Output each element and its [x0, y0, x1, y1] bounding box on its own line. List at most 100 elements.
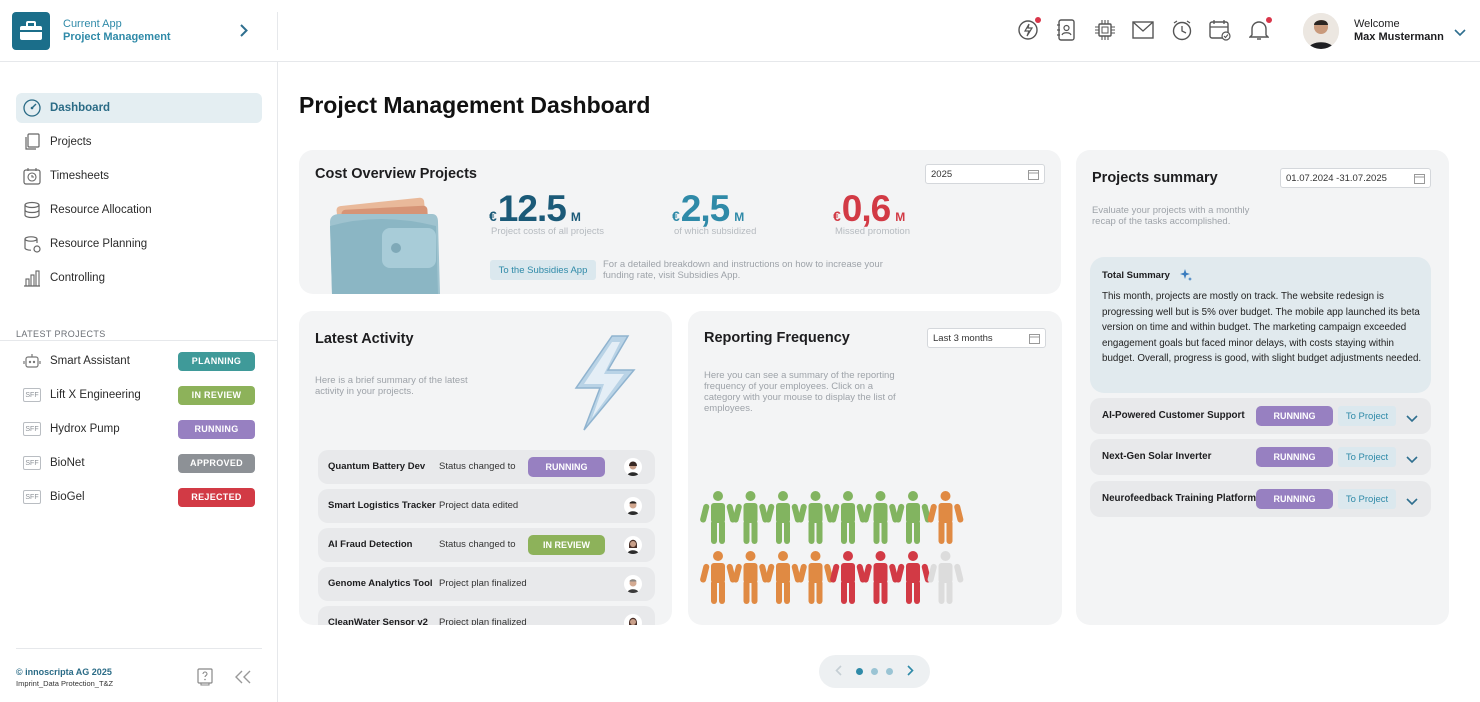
to-project-button[interactable]: To Project	[1338, 447, 1396, 467]
robot-icon	[22, 351, 42, 371]
total-summary-title: Total Summary	[1102, 270, 1170, 281]
current-app-name[interactable]: Project Management	[63, 31, 171, 43]
status-badge: REJECTED	[178, 487, 255, 507]
mail-icon[interactable]	[1131, 18, 1155, 42]
sidebar-project-smart-assistant[interactable]: Smart Assistant PLANNING	[16, 349, 262, 373]
latest-projects-heading: LATEST PROJECTS	[16, 329, 106, 339]
sidebar-project-hydrox-pump[interactable]: SFF Hydrox Pump RUNNING	[16, 417, 262, 441]
avatar[interactable]	[1303, 13, 1339, 49]
summary-project-row[interactable]: Neurofeedback Training Platform RUNNING …	[1090, 481, 1431, 517]
date-range-picker[interactable]: 01.07.2024 -31.07.2025	[1280, 168, 1431, 188]
project-name: Lift X Engineering	[50, 389, 141, 401]
status-badge: APPROVED	[178, 453, 255, 473]
chip-icon[interactable]	[1093, 18, 1117, 42]
activity-row[interactable]: Genome Analytics Tool Project plan finali…	[318, 567, 655, 601]
person-figure-orange[interactable]	[700, 551, 737, 604]
pager-dot[interactable]	[871, 668, 878, 675]
to-project-button[interactable]: To Project	[1338, 489, 1396, 509]
current-app-label: Current App	[63, 18, 122, 30]
database-settings-icon	[22, 234, 42, 254]
copyright: © innoscripta AG 2025	[16, 667, 112, 677]
carousel-pager	[819, 655, 930, 688]
pager-dot[interactable]	[856, 668, 863, 675]
copy-icon	[22, 132, 42, 152]
date-range-value: 01.07.2024 -31.07.2025	[1286, 172, 1387, 184]
divider	[16, 648, 262, 649]
sidebar-item-label: Controlling	[50, 272, 105, 284]
sidebar-item-timesheets[interactable]: Timesheets	[16, 161, 262, 191]
chevron-down-icon[interactable]	[1406, 451, 1418, 469]
sff-icon: SFF	[22, 487, 42, 507]
sidebar-project-biogel[interactable]: SFF BioGel REJECTED	[16, 485, 262, 509]
sidebar-item-dashboard[interactable]: Dashboard	[16, 93, 262, 123]
person-figure-green[interactable]	[829, 491, 866, 544]
project-name: BioNet	[50, 457, 85, 469]
avatar	[624, 614, 642, 625]
calendar-icon	[1029, 333, 1040, 347]
user-name[interactable]: Max Mustermann	[1354, 31, 1444, 43]
sidebar-item-label: Projects	[50, 136, 92, 148]
person-figure-red[interactable]	[829, 551, 866, 604]
range-picker[interactable]: Last 3 months	[927, 328, 1046, 348]
legal-links[interactable]: Imprint_Data Protection_T&Z	[16, 679, 113, 688]
year-value: 2025	[931, 168, 953, 180]
quick-action-icon[interactable]	[1016, 17, 1041, 42]
sidebar-item-label: Resource Planning	[50, 238, 148, 250]
calendar-icon	[1028, 169, 1039, 183]
sidebar-item-controlling[interactable]: Controlling	[16, 263, 262, 293]
time-icon[interactable]	[1170, 18, 1194, 42]
chevron-down-icon[interactable]	[1406, 410, 1418, 428]
activity-row[interactable]: Quantum Battery Dev Status changed to RUN…	[318, 450, 655, 484]
person-figure-green[interactable]	[894, 491, 931, 544]
sff-icon: SFF	[22, 385, 42, 405]
person-figure-orange[interactable]	[927, 491, 964, 544]
person-figure-green[interactable]	[700, 491, 737, 544]
calendar-check-icon[interactable]	[1208, 18, 1232, 42]
sidebar-item-resource-allocation[interactable]: Resource Allocation	[16, 195, 262, 225]
sidebar-item-projects[interactable]: Projects	[16, 127, 262, 157]
sidebar-project-lift-x[interactable]: SFF Lift X Engineering IN REVIEW	[16, 383, 262, 407]
person-figure-orange[interactable]	[764, 551, 801, 604]
contacts-icon[interactable]	[1054, 18, 1078, 42]
status-badge: RUNNING	[528, 457, 605, 477]
metric-missed-promotion: €0,6 M	[833, 188, 906, 229]
bell-icon[interactable]	[1247, 17, 1272, 42]
chevron-left-icon[interactable]	[835, 663, 842, 681]
briefcase-icon[interactable]	[12, 12, 50, 50]
person-figure-gray[interactable]	[927, 551, 964, 604]
chevron-down-icon[interactable]	[1454, 24, 1466, 42]
activity-row[interactable]: Smart Logistics Tracker Project data edit…	[318, 489, 655, 523]
status-badge: IN REVIEW	[528, 535, 605, 555]
chevron-right-icon[interactable]	[236, 20, 252, 40]
person-figure-orange[interactable]	[732, 551, 769, 604]
sidebar-project-bionet[interactable]: SFF BioNet APPROVED	[16, 451, 262, 475]
chevron-right-icon[interactable]	[907, 663, 914, 681]
activity-list-viewport: Quantum Battery Dev Status changed to RUN…	[299, 311, 672, 625]
summary-project-row[interactable]: AI-Powered Customer Support RUNNING To P…	[1090, 398, 1431, 434]
person-figure-green[interactable]	[797, 491, 834, 544]
database-icon	[22, 200, 42, 220]
help-icon[interactable]	[195, 667, 215, 687]
card-title: Cost Overview Projects	[315, 166, 477, 182]
activity-row[interactable]: AI Fraud Detection Status changed to IN R…	[318, 528, 655, 562]
person-figure-orange[interactable]	[797, 551, 834, 604]
sidebar-item-resource-planning[interactable]: Resource Planning	[16, 229, 262, 259]
to-project-button[interactable]: To Project	[1338, 406, 1396, 426]
person-figure-green[interactable]	[764, 491, 801, 544]
total-summary-box: Total Summary This month, projects are m…	[1090, 257, 1431, 393]
sff-icon: SFF	[22, 453, 42, 473]
divider	[0, 340, 278, 341]
person-figure-red[interactable]	[894, 551, 931, 604]
collapse-sidebar-icon[interactable]	[233, 667, 253, 687]
activity-row[interactable]: CleanWater Sensor v2 Project plan finaliz…	[318, 606, 655, 625]
summary-project-row[interactable]: Next-Gen Solar Inverter RUNNING To Proje…	[1090, 439, 1431, 475]
year-picker[interactable]: 2025	[925, 164, 1045, 184]
pager-dot[interactable]	[886, 668, 893, 675]
card-title: Projects summary	[1092, 170, 1218, 186]
subsidies-app-button[interactable]: To the Subsidies App	[490, 260, 596, 280]
person-figure-green[interactable]	[732, 491, 769, 544]
person-figure-green[interactable]	[862, 491, 899, 544]
person-figure-red[interactable]	[862, 551, 899, 604]
people-frequency-graphic[interactable]	[700, 490, 970, 608]
chevron-down-icon[interactable]	[1406, 493, 1418, 511]
